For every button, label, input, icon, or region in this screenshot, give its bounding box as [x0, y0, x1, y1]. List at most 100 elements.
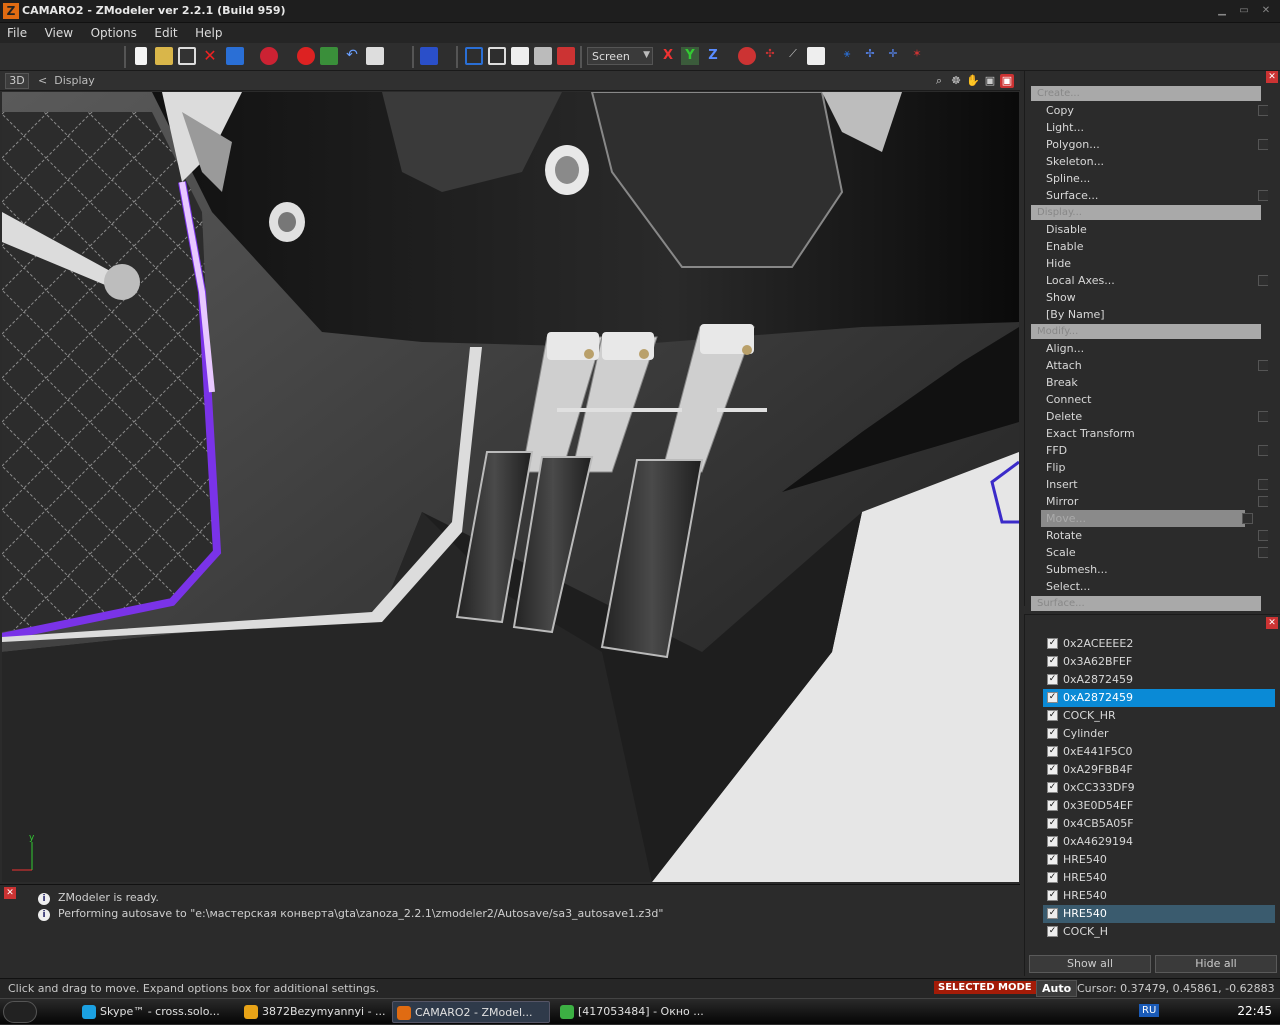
command-item[interactable]: Select...	[1031, 578, 1261, 595]
render-icon[interactable]	[297, 47, 315, 65]
export-icon[interactable]	[260, 47, 278, 65]
menu-edit[interactable]: Edit	[147, 23, 184, 43]
coordinate-system-select[interactable]: Screen ▼	[587, 47, 653, 65]
command-item[interactable]: Polygon...	[1031, 136, 1269, 153]
command-item[interactable]: Move...	[1041, 510, 1253, 527]
hierarchy-icon[interactable]: ⚹	[838, 47, 856, 65]
close-viewport-icon[interactable]: ▣	[1000, 74, 1014, 88]
command-item[interactable]: Copy	[1031, 102, 1269, 119]
3d-viewport[interactable]: y	[2, 92, 1019, 882]
breadcrumb-display[interactable]: Display	[54, 74, 95, 87]
taskbar-item[interactable]: 3872Bezymyannyi - ...	[240, 1001, 398, 1023]
object-list-item[interactable]: ✓ 0x3A62BFEF	[1043, 653, 1275, 671]
clock[interactable]: 22:45	[1237, 1004, 1272, 1018]
visibility-checkbox[interactable]: ✓	[1047, 746, 1058, 757]
close-objects-panel-icon[interactable]: ✕	[1266, 617, 1278, 629]
new-file-icon[interactable]	[135, 47, 147, 65]
visibility-checkbox[interactable]: ✓	[1047, 710, 1058, 721]
visibility-checkbox[interactable]: ✓	[1047, 638, 1058, 649]
taskbar-item[interactable]: Skype™ - cross.solo...	[78, 1001, 236, 1023]
command-item[interactable]: Light...	[1031, 119, 1261, 136]
command-item[interactable]: Attach	[1031, 357, 1269, 374]
object-list-item[interactable]: ✓ HRE540	[1043, 887, 1275, 905]
rotate-view-icon[interactable]: ☸	[949, 74, 963, 88]
command-item[interactable]: Connect	[1031, 391, 1261, 408]
visibility-checkbox[interactable]: ✓	[1047, 926, 1058, 937]
axis-x-toggle[interactable]: X	[659, 47, 677, 65]
command-item[interactable]: Skeleton...	[1031, 153, 1261, 170]
command-item[interactable]: Insert	[1031, 476, 1269, 493]
minimize-button[interactable]: ▁	[1214, 5, 1230, 17]
move-tool-icon[interactable]: ✣	[761, 47, 779, 65]
command-item[interactable]: Align...	[1031, 340, 1261, 357]
viewport-mode-button[interactable]: 3D	[5, 73, 29, 89]
visibility-checkbox[interactable]: ✓	[1047, 836, 1058, 847]
face-mode-icon[interactable]	[511, 47, 529, 65]
object-list-item[interactable]: ✓ 0xA4629194	[1043, 833, 1275, 851]
object-list-item[interactable]: ✓ 0xA29FBB4F	[1043, 761, 1275, 779]
command-item[interactable]: Show	[1031, 289, 1261, 306]
object-list-item[interactable]: ✓ HRE540	[1043, 851, 1275, 869]
object-list-item[interactable]: ✓ COCK_HR	[1043, 707, 1275, 725]
close-window-button[interactable]: ✕	[1258, 5, 1274, 17]
import-icon[interactable]	[226, 47, 244, 65]
command-item[interactable]: Hide	[1031, 255, 1261, 272]
command-item[interactable]: FFD	[1031, 442, 1269, 459]
pivot-icon[interactable]: ✛	[884, 47, 902, 65]
visibility-checkbox[interactable]: ✓	[1047, 908, 1058, 919]
maximize-button[interactable]: ▭	[1236, 5, 1252, 17]
command-scrollbar[interactable]	[1268, 85, 1277, 605]
texture-icon[interactable]	[320, 47, 338, 65]
object-list-item[interactable]: ✓ 0xA2872459	[1043, 671, 1275, 689]
object-list-item[interactable]: ✓ HRE540	[1043, 869, 1275, 887]
visibility-checkbox[interactable]: ✓	[1047, 656, 1058, 667]
visibility-checkbox[interactable]: ✓	[1047, 854, 1058, 865]
pan-hand-icon[interactable]: ✋	[966, 74, 980, 88]
hide-all-button[interactable]: Hide all	[1155, 955, 1277, 973]
object-list-item[interactable]: ✓ 0xCC333DF9	[1043, 779, 1275, 797]
command-item[interactable]: Break	[1031, 374, 1261, 391]
visibility-checkbox[interactable]: ✓	[1047, 674, 1058, 685]
visibility-checkbox[interactable]: ✓	[1047, 818, 1058, 829]
properties-icon[interactable]	[366, 47, 384, 65]
close-panel-icon[interactable]: ✕	[1266, 71, 1278, 83]
menu-file[interactable]: File	[0, 23, 34, 43]
auto-button[interactable]: Auto	[1036, 980, 1078, 997]
command-item[interactable]: Flip	[1031, 459, 1261, 476]
vertex-mode-icon[interactable]	[465, 47, 483, 65]
object-list-item[interactable]: ✓ Cylinder	[1043, 725, 1275, 743]
save-icon[interactable]	[178, 47, 196, 65]
open-folder-icon[interactable]	[155, 47, 173, 65]
object-mode-icon[interactable]	[534, 47, 552, 65]
object-list-item[interactable]: ✓ 0xE441F5C0	[1043, 743, 1275, 761]
command-item[interactable]: Exact Transform	[1031, 425, 1261, 442]
axis-y-toggle[interactable]: Y	[681, 47, 699, 65]
axis-z-toggle[interactable]: Z	[704, 47, 722, 65]
command-group-header[interactable]: Surface...	[1031, 596, 1261, 611]
command-item[interactable]: Disable	[1031, 221, 1261, 238]
command-item[interactable]: Mirror	[1031, 493, 1269, 510]
language-indicator[interactable]: RU	[1139, 1004, 1160, 1017]
show-all-button[interactable]: Show all	[1029, 955, 1151, 973]
visibility-checkbox[interactable]: ✓	[1047, 872, 1058, 883]
command-group-header[interactable]: Modify...	[1031, 324, 1261, 339]
object-list-item[interactable]: ✓ 0x2ACEEEE2	[1043, 635, 1275, 653]
visibility-checkbox[interactable]: ✓	[1047, 782, 1058, 793]
visibility-checkbox[interactable]: ✓	[1047, 728, 1058, 739]
delete-icon[interactable]: ✕	[201, 47, 219, 65]
visibility-checkbox[interactable]: ✓	[1047, 764, 1058, 775]
bone-icon[interactable]: ✶	[908, 47, 926, 65]
object-list-item[interactable]: ✓ 0xA2872459	[1043, 689, 1275, 707]
lock-icon[interactable]	[738, 47, 756, 65]
taskbar-item[interactable]: CAMARO2 - ZModel...	[392, 1001, 550, 1023]
command-item[interactable]: Enable	[1031, 238, 1261, 255]
command-item[interactable]: Local Axes...	[1031, 272, 1269, 289]
object-list-item[interactable]: ✓ 0x3E0D54EF	[1043, 797, 1275, 815]
visibility-checkbox[interactable]: ✓	[1047, 692, 1058, 703]
graph-icon[interactable]	[807, 47, 825, 65]
link-icon[interactable]: ✢	[861, 47, 879, 65]
menu-options[interactable]: Options	[84, 23, 144, 43]
options-box-toggle[interactable]	[1242, 513, 1253, 524]
command-item[interactable]: Surface...	[1031, 187, 1269, 204]
visibility-checkbox[interactable]: ✓	[1047, 800, 1058, 811]
